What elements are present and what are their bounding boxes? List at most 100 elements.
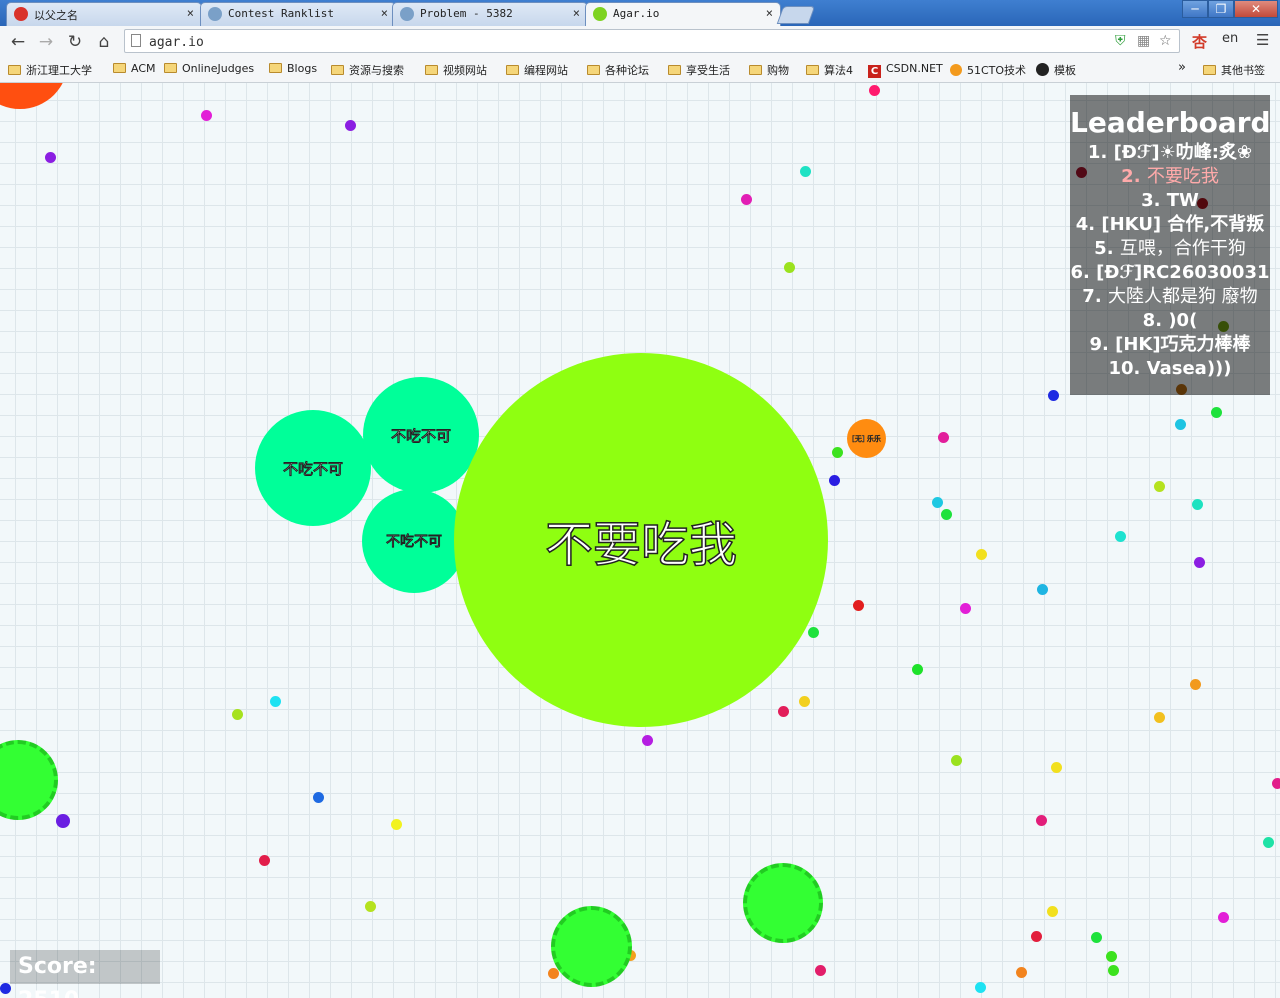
star-icon[interactable]: ☆ (1159, 33, 1172, 49)
food-pellet (869, 85, 880, 96)
folder-icon (331, 65, 344, 75)
other-bookmarks-folder[interactable]: 其他书签 (1203, 62, 1265, 78)
close-icon[interactable]: × (187, 6, 194, 20)
bookmark-folder[interactable]: Blogs (269, 62, 317, 78)
github-icon (1036, 63, 1049, 76)
bookmark-folder[interactable]: 视频网站 (425, 62, 487, 78)
bookmark-label: 编程网站 (524, 64, 568, 77)
maximize-button[interactable]: ❐ (1208, 0, 1234, 18)
leaderboard-entry: 10. Vasea))) (1070, 357, 1270, 381)
food-pellet (808, 627, 819, 638)
leaderboard-name: [HKU] 合作,不背叛 (1101, 214, 1265, 235)
bookmark-folder[interactable]: 各种论坛 (587, 62, 649, 78)
forward-icon[interactable]: → (34, 30, 58, 54)
food-pellet (1106, 951, 1117, 962)
bookmark-link[interactable]: 51CTO技术 (950, 62, 1026, 78)
folder-icon (164, 63, 177, 73)
netease-music-icon (14, 7, 28, 21)
extension-icon[interactable]: 杏 (1192, 31, 1207, 52)
folder-icon (425, 65, 438, 75)
bookmark-label: 浙江理工大学 (26, 64, 92, 77)
address-bar[interactable]: ⛨ ▦ ☆ (124, 29, 1180, 53)
bookmark-label: 资源与搜索 (349, 64, 404, 77)
food-pellet (975, 982, 986, 993)
food-pellet (345, 120, 356, 131)
menu-icon[interactable]: ☰ (1256, 31, 1269, 49)
new-tab-button[interactable] (776, 6, 816, 24)
dictionary-icon[interactable]: en (1222, 31, 1238, 46)
folder-icon (269, 63, 282, 73)
toolbar: ← → ↻ ⌂ ⛨ ▦ ☆ 杏 en ☰ (0, 26, 1280, 59)
food-pellet (951, 755, 962, 766)
game-canvas[interactable]: 不吃不可 不吃不可 不吃不可 不要吃我 [无] 乐乐 Leaderboard 1… (0, 83, 1280, 998)
bookmarks-overflow-button[interactable]: » (1178, 60, 1186, 76)
bookmark-folder[interactable]: OnlineJudges (164, 62, 254, 78)
bookmark-folder[interactable]: ACM (113, 62, 156, 78)
leaderboard-name: [Ðℱ]RC26030031 (1096, 262, 1270, 283)
leaderboard-name: [Ðℱ]☀叻峰:炙❀ (1113, 142, 1253, 163)
food-pellet (1263, 837, 1274, 848)
bookmark-link[interactable]: C CSDN.NET (868, 62, 943, 78)
folder-icon (113, 63, 126, 73)
player-split-cell: 不吃不可 (255, 410, 371, 526)
food-pellet (1190, 679, 1201, 690)
food-pellet (800, 166, 811, 177)
food-pellet (741, 194, 752, 205)
leaderboard-name: [HK]巧克力棒棒 (1115, 334, 1251, 355)
tab-song[interactable]: 以父之名 × (6, 2, 202, 26)
tab-contest-ranklist[interactable]: Contest Ranklist × (200, 2, 396, 26)
tab-problem[interactable]: Problem - 5382 × (392, 2, 588, 26)
bookmark-folder[interactable]: 资源与搜索 (331, 62, 404, 78)
folder-icon (587, 65, 600, 75)
leaderboard-rank: 10. (1108, 358, 1141, 379)
leaderboard-entry: 8. )0( (1070, 309, 1270, 333)
virus (551, 906, 632, 987)
back-icon[interactable]: ← (6, 30, 30, 54)
leaderboard-entry: 1. [Ðℱ]☀叻峰:炙❀ (1070, 141, 1270, 165)
close-icon[interactable]: × (381, 6, 388, 20)
close-icon[interactable]: × (573, 6, 580, 20)
food-pellet (832, 447, 843, 458)
leaderboard-name: 不要吃我 (1146, 166, 1219, 187)
close-window-button[interactable]: ✕ (1234, 0, 1278, 18)
leaderboard-rank: 6. (1070, 262, 1090, 283)
minimize-button[interactable]: ─ (1182, 0, 1208, 18)
close-icon[interactable]: × (766, 6, 773, 20)
cell-name: 不吃不可 (386, 534, 443, 551)
bookmark-label: ACM (131, 62, 156, 75)
bookmark-folder[interactable]: 浙江理工大学 (8, 62, 92, 78)
food-pellet (1211, 407, 1222, 418)
bookmarks-bar: 浙江理工大学 ACM OnlineJudges Blogs 资源与搜索 视频网站… (0, 58, 1280, 83)
bookmark-folder[interactable]: 购物 (749, 62, 789, 78)
folder-icon (668, 65, 681, 75)
enemy-cell (0, 83, 68, 109)
food-pellet (976, 549, 987, 560)
leaderboard-entry: 6. [Ðℱ]RC26030031 (1070, 261, 1270, 285)
bookmark-folder[interactable]: 编程网站 (506, 62, 568, 78)
bookmark-label: 算法4 (824, 64, 853, 77)
food-pellet (853, 600, 864, 611)
leaderboard: Leaderboard 1. [Ðℱ]☀叻峰:炙❀ 2. 不要吃我 3. TW … (1070, 95, 1271, 395)
leaderboard-rank: 5. (1094, 238, 1114, 259)
food-pellet (1108, 965, 1119, 976)
bookmark-link[interactable]: 模板 (1036, 62, 1076, 78)
home-icon[interactable]: ⌂ (92, 30, 116, 54)
food-pellet (0, 983, 11, 994)
tab-label: Contest Ranklist (228, 7, 334, 20)
food-pellet (912, 664, 923, 675)
cell-name: 不吃不可 (282, 459, 343, 478)
player-name: 不要吃我 (544, 516, 738, 574)
food-pellet (1175, 419, 1186, 430)
food-pellet (365, 901, 376, 912)
url-input[interactable] (147, 32, 1051, 52)
virus (0, 740, 58, 820)
tab-agar[interactable]: Agar.io × (585, 2, 781, 26)
food-pellet (391, 819, 402, 830)
food-pellet (815, 965, 826, 976)
folder-icon (8, 65, 21, 75)
bookmark-folder[interactable]: 算法4 (806, 62, 853, 78)
reload-icon[interactable]: ↻ (63, 30, 87, 54)
bookmark-folder[interactable]: 享受生活 (668, 62, 730, 78)
shield-icon[interactable]: ⛨ (1115, 33, 1126, 49)
translate-icon[interactable]: ▦ (1137, 33, 1150, 49)
